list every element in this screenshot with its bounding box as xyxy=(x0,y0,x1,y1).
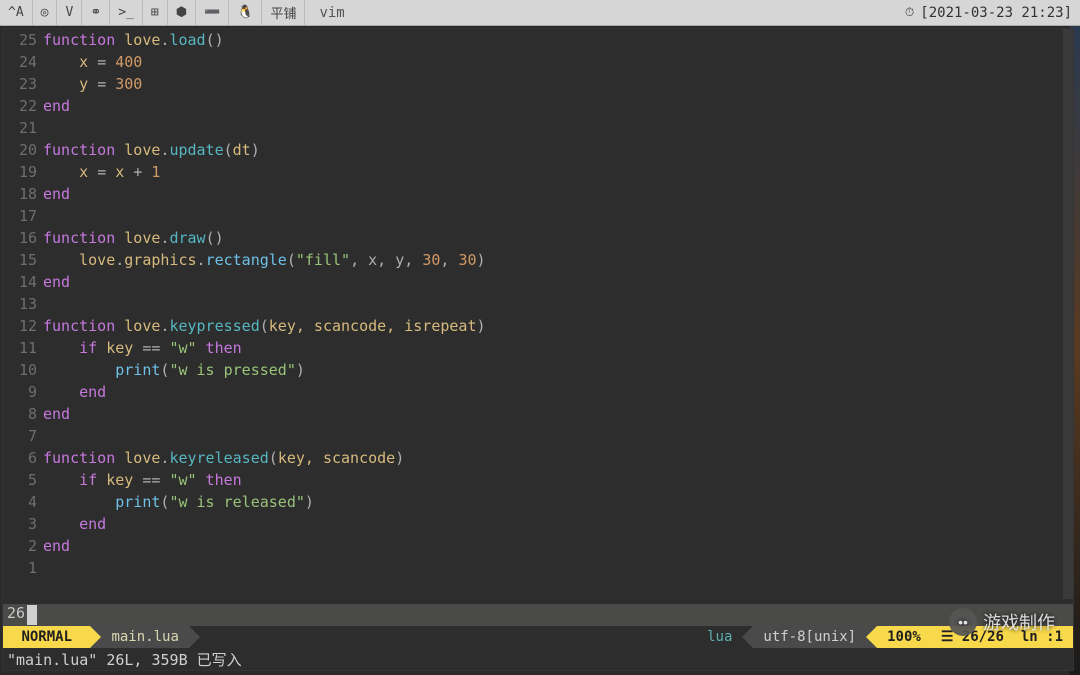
system-taskbar: ^A◎V⚭>_⊞⬢➖🐧平铺 vim ⏱ [2021-03-23 21:23] xyxy=(0,0,1080,26)
line-number: 19 xyxy=(3,161,37,183)
wechat-icon: •• xyxy=(949,608,977,636)
current-line-number: 26 xyxy=(3,604,27,626)
code-line[interactable]: x = 400 xyxy=(43,51,1073,73)
code-line[interactable]: function love.keyreleased(key, scancode) xyxy=(43,447,1073,469)
code-line[interactable]: end xyxy=(43,535,1073,557)
line-number: 20 xyxy=(3,139,37,161)
statusline-fill xyxy=(200,626,697,648)
separator-icon xyxy=(189,626,200,648)
code-line[interactable]: end xyxy=(43,95,1073,117)
line-number: 5 xyxy=(3,469,37,491)
code-line[interactable]: function love.load() xyxy=(43,29,1073,51)
line-number: 11 xyxy=(3,337,37,359)
line-number: 24 xyxy=(3,51,37,73)
line-number: 18 xyxy=(3,183,37,205)
code-content[interactable]: function love.load() x = 400 y = 300end … xyxy=(43,29,1073,604)
separator-icon xyxy=(742,626,753,648)
line-number: 10 xyxy=(3,359,37,381)
code-line[interactable]: love.graphics.rectangle("fill", x, y, 30… xyxy=(43,249,1073,271)
line-number: 25 xyxy=(3,29,37,51)
chrome-icon[interactable]: ◎ xyxy=(33,0,58,25)
code-line[interactable]: end xyxy=(43,403,1073,425)
terminal-icon[interactable]: >_ xyxy=(110,0,143,25)
watermark-overlay: •• 游戏制作 xyxy=(949,608,1055,636)
tile-label[interactable]: 平铺 xyxy=(262,0,305,25)
line-number: 1 xyxy=(3,557,37,579)
arch-menu[interactable]: ^A xyxy=(0,0,33,25)
vim-icon[interactable]: V xyxy=(57,0,82,25)
code-line[interactable]: function love.draw() xyxy=(43,227,1073,249)
stopwatch-icon: ⏱ xyxy=(905,5,914,20)
vim-command-line[interactable]: "main.lua" 26L, 359B 已写入 xyxy=(3,648,1073,670)
line-number: 17 xyxy=(3,205,37,227)
code-line[interactable]: if key == "w" then xyxy=(43,337,1073,359)
line-number: 13 xyxy=(3,293,37,315)
code-line[interactable]: end xyxy=(43,513,1073,535)
link-icon[interactable]: ⚭ xyxy=(82,0,110,25)
line-number: 22 xyxy=(3,95,37,117)
mode-indicator: NORMAL xyxy=(3,626,90,648)
line-number: 16 xyxy=(3,227,37,249)
tux-icon[interactable]: 🐧 xyxy=(229,0,262,25)
line-number: 4 xyxy=(3,491,37,513)
line-number: 12 xyxy=(3,315,37,337)
scrollbar[interactable] xyxy=(1063,29,1073,599)
line-number: 14 xyxy=(3,271,37,293)
line-number: 7 xyxy=(3,425,37,447)
separator-icon xyxy=(90,626,101,648)
code-line[interactable]: y = 300 xyxy=(43,73,1073,95)
line-number: 15 xyxy=(3,249,37,271)
line-number-gutter: 2524232221201918171615141312111098765432… xyxy=(3,29,43,604)
clock-text: [2021-03-23 21:23] xyxy=(920,5,1072,21)
filename-segment: main.lua xyxy=(101,626,188,648)
code-line[interactable]: end xyxy=(43,381,1073,403)
vim-statusline: NORMAL main.lua lua utf-8[unix] 100% ☰ 2… xyxy=(3,626,1073,648)
separator-icon xyxy=(866,626,877,648)
windows-icon[interactable]: ⊞ xyxy=(143,0,168,25)
code-line[interactable] xyxy=(43,117,1073,139)
code-line[interactable]: print("w is pressed") xyxy=(43,359,1073,381)
code-line[interactable] xyxy=(43,425,1073,447)
percent-segment: 100% xyxy=(877,626,931,648)
code-area[interactable]: 2524232221201918171615141312111098765432… xyxy=(3,29,1073,604)
encoding-segment: utf-8[unix] xyxy=(753,626,866,648)
cursor-block xyxy=(27,605,37,625)
active-window-title: vim xyxy=(305,5,358,21)
android-icon[interactable]: ⬢ xyxy=(168,0,196,25)
watermark-text: 游戏制作 xyxy=(983,609,1055,635)
vim-editor-window: 2524232221201918171615141312111098765432… xyxy=(2,28,1074,671)
code-line[interactable]: function love.update(dt) xyxy=(43,139,1073,161)
line-number: 8 xyxy=(3,403,37,425)
line-number: 2 xyxy=(3,535,37,557)
line-number: 6 xyxy=(3,447,37,469)
code-line[interactable]: end xyxy=(43,271,1073,293)
line-number: 21 xyxy=(3,117,37,139)
code-line[interactable]: if key == "w" then xyxy=(43,469,1073,491)
taskbar-clock: ⏱ [2021-03-23 21:23] xyxy=(897,5,1080,21)
code-line[interactable]: function love.keypressed(key, scancode, … xyxy=(43,315,1073,337)
code-line[interactable]: end xyxy=(43,183,1073,205)
code-line[interactable]: x = x + 1 xyxy=(43,161,1073,183)
filetype-segment: lua xyxy=(697,626,742,648)
code-line[interactable] xyxy=(43,205,1073,227)
line-number: 23 xyxy=(3,73,37,95)
line-number: 9 xyxy=(3,381,37,403)
current-line-highlight[interactable]: 26 xyxy=(3,604,1073,626)
code-line[interactable] xyxy=(43,557,1073,579)
code-line[interactable] xyxy=(43,293,1073,315)
line-number: 3 xyxy=(3,513,37,535)
code-line[interactable]: print("w is released") xyxy=(43,491,1073,513)
eclipse-icon[interactable]: ➖ xyxy=(196,0,229,25)
